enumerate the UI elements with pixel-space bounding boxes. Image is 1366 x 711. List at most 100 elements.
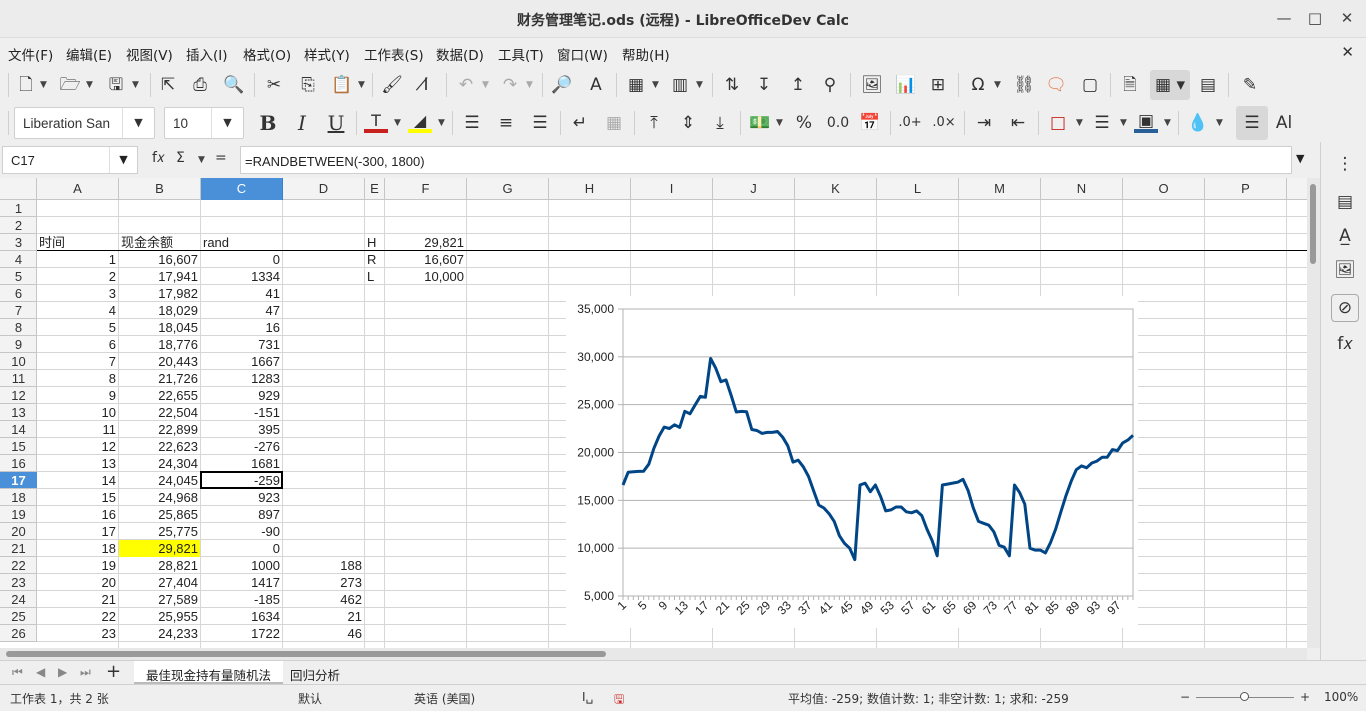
cell-e5[interactable]: L: [365, 268, 384, 285]
save-icon[interactable]: 🖫: [104, 73, 128, 97]
special-character-icon[interactable]: Ω: [966, 73, 990, 97]
cell-a24[interactable]: 21: [37, 591, 118, 608]
align-center-icon[interactable]: ≡: [494, 111, 518, 135]
row-header-7[interactable]: 7: [0, 302, 37, 319]
sort-ascending-icon[interactable]: ↧: [752, 73, 776, 97]
underline-icon[interactable]: U: [324, 111, 348, 135]
cell-b13[interactable]: 22,504: [119, 404, 200, 421]
font-size-combo[interactable]: 10 ▼: [164, 107, 244, 139]
cell-b16[interactable]: 24,304: [119, 455, 200, 472]
row-header-6[interactable]: 6: [0, 285, 37, 302]
sum-icon[interactable]: Σ: [176, 150, 185, 166]
cell-c10[interactable]: 1667: [201, 353, 282, 370]
first-sheet-icon[interactable]: ⏮: [12, 665, 23, 680]
comment-icon[interactable]: 🗨: [1044, 73, 1068, 97]
font-color-icon[interactable]: T: [364, 109, 388, 133]
show-draw-functions-icon[interactable]: ✎: [1238, 73, 1262, 97]
date-format-icon[interactable]: 📅: [858, 111, 882, 135]
sidebar-styles-icon[interactable]: ☰: [1236, 106, 1268, 140]
cell-a7[interactable]: 4: [37, 302, 118, 319]
cell-a13[interactable]: 10: [37, 404, 118, 421]
cell-b17[interactable]: 24,045: [119, 472, 200, 489]
split-window-icon[interactable]: ▤: [1196, 73, 1220, 97]
cell-a23[interactable]: 20: [37, 574, 118, 591]
cell-a12[interactable]: 9: [37, 387, 118, 404]
merge-cells-icon[interactable]: ▦: [602, 111, 626, 135]
row-header-12[interactable]: 12: [0, 387, 37, 404]
insert-mode-icon[interactable]: I␣: [582, 690, 593, 704]
center-vertically-icon[interactable]: ⇕: [676, 111, 700, 135]
row-header-1[interactable]: 1: [0, 200, 37, 217]
copy-icon[interactable]: ⎘: [296, 73, 320, 97]
chevron-down-icon[interactable]: ▼: [652, 80, 659, 90]
navigator-icon[interactable]: ⊘: [1331, 294, 1359, 322]
chevron-down-icon[interactable]: ▼: [482, 80, 489, 90]
cell-b26[interactable]: 24,233: [119, 625, 200, 642]
menu-view[interactable]: 视图(V): [126, 44, 173, 64]
row-header-19[interactable]: 19: [0, 506, 37, 523]
gallery-icon[interactable]: 🖼: [1333, 258, 1357, 282]
row-header-4[interactable]: 4: [0, 251, 37, 268]
highlight-color-icon[interactable]: ◢: [408, 109, 432, 133]
borders-icon[interactable]: □: [1046, 111, 1070, 135]
chevron-down-icon[interactable]: ▼: [696, 80, 703, 90]
add-sheet-icon[interactable]: +: [106, 661, 121, 682]
undo-icon[interactable]: ↶: [454, 73, 478, 97]
align-left-icon[interactable]: ☰: [460, 111, 484, 135]
cell-b14[interactable]: 22,899: [119, 421, 200, 438]
cell-a4[interactable]: 1: [37, 251, 118, 268]
row-header-23[interactable]: 23: [0, 574, 37, 591]
sort-descending-icon[interactable]: ↥: [786, 73, 810, 97]
print-icon[interactable]: ⎙: [188, 73, 212, 97]
cell-a22[interactable]: 19: [37, 557, 118, 574]
headers-footers-icon[interactable]: ▢: [1078, 73, 1102, 97]
cell-a3[interactable]: 时间: [37, 234, 118, 251]
cell-a17[interactable]: 14: [37, 472, 118, 489]
border-color-icon[interactable]: ▣: [1134, 109, 1158, 133]
align-bottom-icon[interactable]: ⤓: [708, 111, 732, 135]
column-header-e[interactable]: E: [365, 178, 385, 200]
column-header-o[interactable]: O: [1123, 178, 1205, 200]
cell-c7[interactable]: 47: [201, 302, 282, 319]
zoom-slider-thumb[interactable]: [1240, 692, 1249, 701]
styles-icon[interactable]: A̲: [1333, 224, 1357, 248]
italic-icon[interactable]: I: [290, 111, 314, 135]
clone-formatting-icon[interactable]: 🖌: [380, 73, 404, 97]
cell-c19[interactable]: 897: [201, 506, 282, 523]
row-header-17[interactable]: 17: [0, 472, 37, 489]
chevron-down-icon[interactable]: ▼: [438, 118, 445, 128]
chevron-down-icon[interactable]: ▼: [394, 118, 401, 128]
cell-b12[interactable]: 22,655: [119, 387, 200, 404]
cell-b21[interactable]: 29,821: [119, 540, 200, 557]
cell-b18[interactable]: 24,968: [119, 489, 200, 506]
cell-b15[interactable]: 22,623: [119, 438, 200, 455]
column-header-h[interactable]: H: [549, 178, 631, 200]
cell-f4[interactable]: 16,607: [385, 251, 466, 268]
name-box[interactable]: C17 ▼: [2, 146, 138, 174]
cell-d22[interactable]: 188: [283, 557, 364, 574]
font-name-combo[interactable]: Liberation San ▼: [14, 107, 155, 139]
print-preview-icon[interactable]: 🔍: [222, 73, 246, 97]
menu-format[interactable]: 格式(O): [243, 44, 291, 64]
sort-icon[interactable]: ⇅: [720, 73, 744, 97]
menu-edit[interactable]: 编辑(E): [66, 44, 112, 64]
conditional-format-icon[interactable]: 💧: [1186, 111, 1210, 135]
column-header-l[interactable]: L: [877, 178, 959, 200]
cell-a18[interactable]: 15: [37, 489, 118, 506]
cell-c25[interactable]: 1634: [201, 608, 282, 625]
language[interactable]: 英语 (美国): [414, 690, 475, 707]
column-header-d[interactable]: D: [283, 178, 365, 200]
column-header-j[interactable]: J: [713, 178, 795, 200]
menu-data[interactable]: 数据(D): [436, 44, 484, 64]
cell-b24[interactable]: 27,589: [119, 591, 200, 608]
row-header-11[interactable]: 11: [0, 370, 37, 387]
number-format-icon[interactable]: 0.0: [826, 111, 850, 135]
cell-c16[interactable]: 1681: [201, 455, 282, 472]
column-header-m[interactable]: M: [959, 178, 1041, 200]
function-wizard-icon[interactable]: f𝑥: [152, 150, 165, 166]
cell-c14[interactable]: 395: [201, 421, 282, 438]
cell-b5[interactable]: 17,941: [119, 268, 200, 285]
cell-b20[interactable]: 25,775: [119, 523, 200, 540]
chevron-down-icon[interactable]: ▼: [198, 155, 205, 165]
cell-e3[interactable]: H: [365, 234, 384, 251]
